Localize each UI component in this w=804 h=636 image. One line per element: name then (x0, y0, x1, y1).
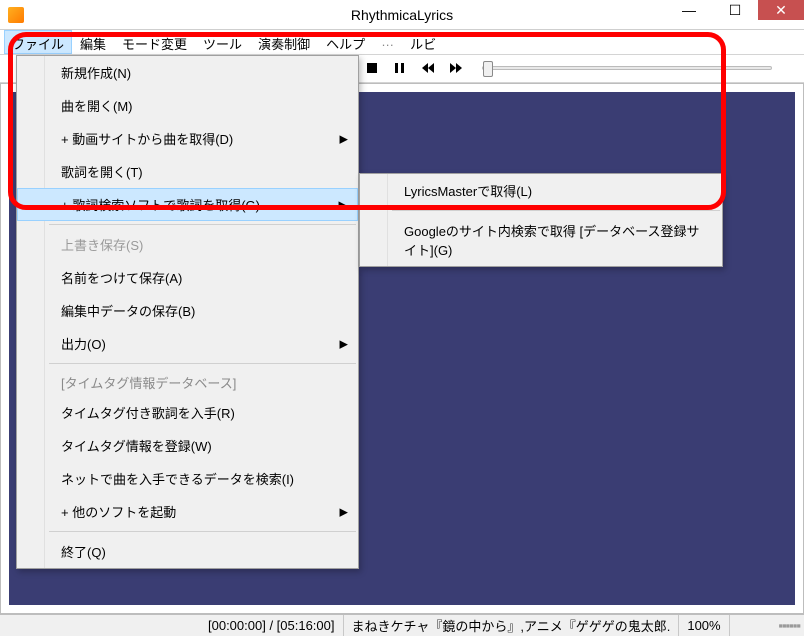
close-button[interactable]: ✕ (758, 0, 804, 20)
menu-exit[interactable]: 終了(Q) (17, 535, 358, 568)
menu-tools[interactable]: ツール (195, 30, 250, 54)
menu-label: [タイムタグ情報データベース] (61, 376, 236, 391)
lyrics-search-submenu: LyricsMasterで取得(L) Googleのサイト内検索で取得 [データ… (359, 173, 723, 267)
submenu-lyricsmaster[interactable]: LyricsMasterで取得(L) (360, 174, 722, 207)
status-zoom: 100% (679, 615, 729, 636)
submenu-google-site-search[interactable]: Googleのサイト内検索で取得 [データベース登録サイト](G) (360, 214, 722, 266)
seek-slider[interactable] (482, 66, 772, 70)
player-controls (362, 59, 772, 77)
file-menu-dropdown: 新規作成(N) 曲を開く(M) + 動画サイトから曲を取得(D) ▶ 歌詞を開く(… (16, 55, 359, 569)
menu-label: 歌詞を開く(T) (61, 165, 143, 180)
window-buttons: — ☐ ✕ (666, 0, 804, 20)
menu-edit[interactable]: 編集 (72, 30, 114, 54)
menu-get-timetag-lyrics[interactable]: タイムタグ付き歌詞を入手(R) (17, 396, 358, 429)
menu-label: + 動画サイトから曲を取得(D) (61, 132, 233, 147)
menu-label: Googleのサイト内検索で取得 [データベース登録サイト](G) (404, 224, 700, 258)
menu-open-song[interactable]: 曲を開く(M) (17, 89, 358, 122)
stop-button[interactable] (362, 59, 382, 77)
seek-thumb[interactable] (483, 61, 493, 77)
menu-save-editing-data[interactable]: 編集中データの保存(B) (17, 294, 358, 327)
menu-get-from-video-site[interactable]: + 動画サイトから曲を取得(D) ▶ (17, 122, 358, 155)
menu-label: + 歌詞検索ソフトで歌詞を取得(G) (61, 198, 260, 213)
pause-button[interactable] (390, 59, 410, 77)
maximize-button[interactable]: ☐ (712, 0, 758, 20)
menu-separator (49, 363, 356, 364)
menu-label: タイムタグ情報を登録(W) (61, 439, 212, 454)
menu-search-net-data[interactable]: ネットで曲を入手できるデータを検索(I) (17, 462, 358, 495)
menu-label: タイムタグ付き歌詞を入手(R) (61, 406, 235, 421)
fastforward-button[interactable] (446, 59, 466, 77)
menu-launch-other-soft[interactable]: + 他のソフトを起動 ▶ (17, 495, 358, 528)
window-title: RhythmicaLyrics (351, 7, 453, 23)
rewind-button[interactable] (418, 59, 438, 77)
menu-label: 終了(Q) (61, 545, 106, 560)
status-info: まねきケチャ『鏡の中から』,アニメ『ゲゲゲの鬼太郎. (344, 615, 680, 636)
menu-help[interactable]: ヘルプ (318, 30, 373, 54)
menu-label: + 他のソフトを起動 (61, 505, 176, 520)
submenu-arrow-icon: ▶ (340, 132, 348, 145)
menu-output[interactable]: 出力(O) ▶ (17, 327, 358, 360)
fastforward-icon (450, 63, 462, 73)
status-bar: [00:00:00] / [05:16:00] まねきケチャ『鏡の中から』,アニ… (0, 614, 804, 636)
menu-file[interactable]: ファイル (4, 30, 72, 54)
menu-save-overwrite: 上書き保存(S) (17, 228, 358, 261)
menu-separator (49, 531, 356, 532)
status-time: [00:00:00] / [05:16:00] (200, 615, 344, 636)
menu-get-lyrics-from-search-soft[interactable]: + 歌詞検索ソフトで歌詞を取得(G) ▶ (17, 188, 358, 221)
menu-open-lyrics[interactable]: 歌詞を開く(T) (17, 155, 358, 188)
menu-db-header: [タイムタグ情報データベース] (17, 367, 358, 396)
submenu-arrow-icon: ▶ (340, 505, 348, 518)
submenu-arrow-icon: ▶ (339, 198, 347, 211)
menu-label: ネットで曲を入手できるデータを検索(I) (61, 472, 294, 487)
menu-save-as[interactable]: 名前をつけて保存(A) (17, 261, 358, 294)
menu-label: 名前をつけて保存(A) (61, 271, 182, 286)
menu-mode[interactable]: モード変更 (114, 30, 195, 54)
app-icon (8, 7, 24, 23)
menu-new[interactable]: 新規作成(N) (17, 56, 358, 89)
menu-ruby[interactable]: ルビ (402, 30, 444, 54)
menu-separator (392, 210, 720, 211)
resize-grip-icon[interactable]: ▪▪▪▪▪▪ (774, 618, 804, 633)
menu-separator (49, 224, 356, 225)
menu-bar: ファイル 編集 モード変更 ツール 演奏制御 ヘルプ … ルビ (0, 30, 804, 55)
menu-label: 上書き保存(S) (61, 238, 143, 253)
rewind-icon (422, 63, 434, 73)
stop-icon (367, 63, 377, 73)
menu-playback[interactable]: 演奏制御 (250, 30, 318, 54)
menu-overflow[interactable]: … (373, 30, 402, 54)
submenu-arrow-icon: ▶ (340, 337, 348, 350)
menu-label: 曲を開く(M) (61, 99, 133, 114)
menu-register-timetag-info[interactable]: タイムタグ情報を登録(W) (17, 429, 358, 462)
minimize-button[interactable]: — (666, 0, 712, 20)
title-bar: RhythmicaLyrics — ☐ ✕ (0, 0, 804, 30)
menu-label: 編集中データの保存(B) (61, 304, 195, 319)
menu-label: 新規作成(N) (61, 66, 131, 81)
menu-label: LyricsMasterで取得(L) (404, 184, 532, 199)
menu-label: 出力(O) (61, 337, 106, 352)
pause-icon (395, 63, 405, 73)
